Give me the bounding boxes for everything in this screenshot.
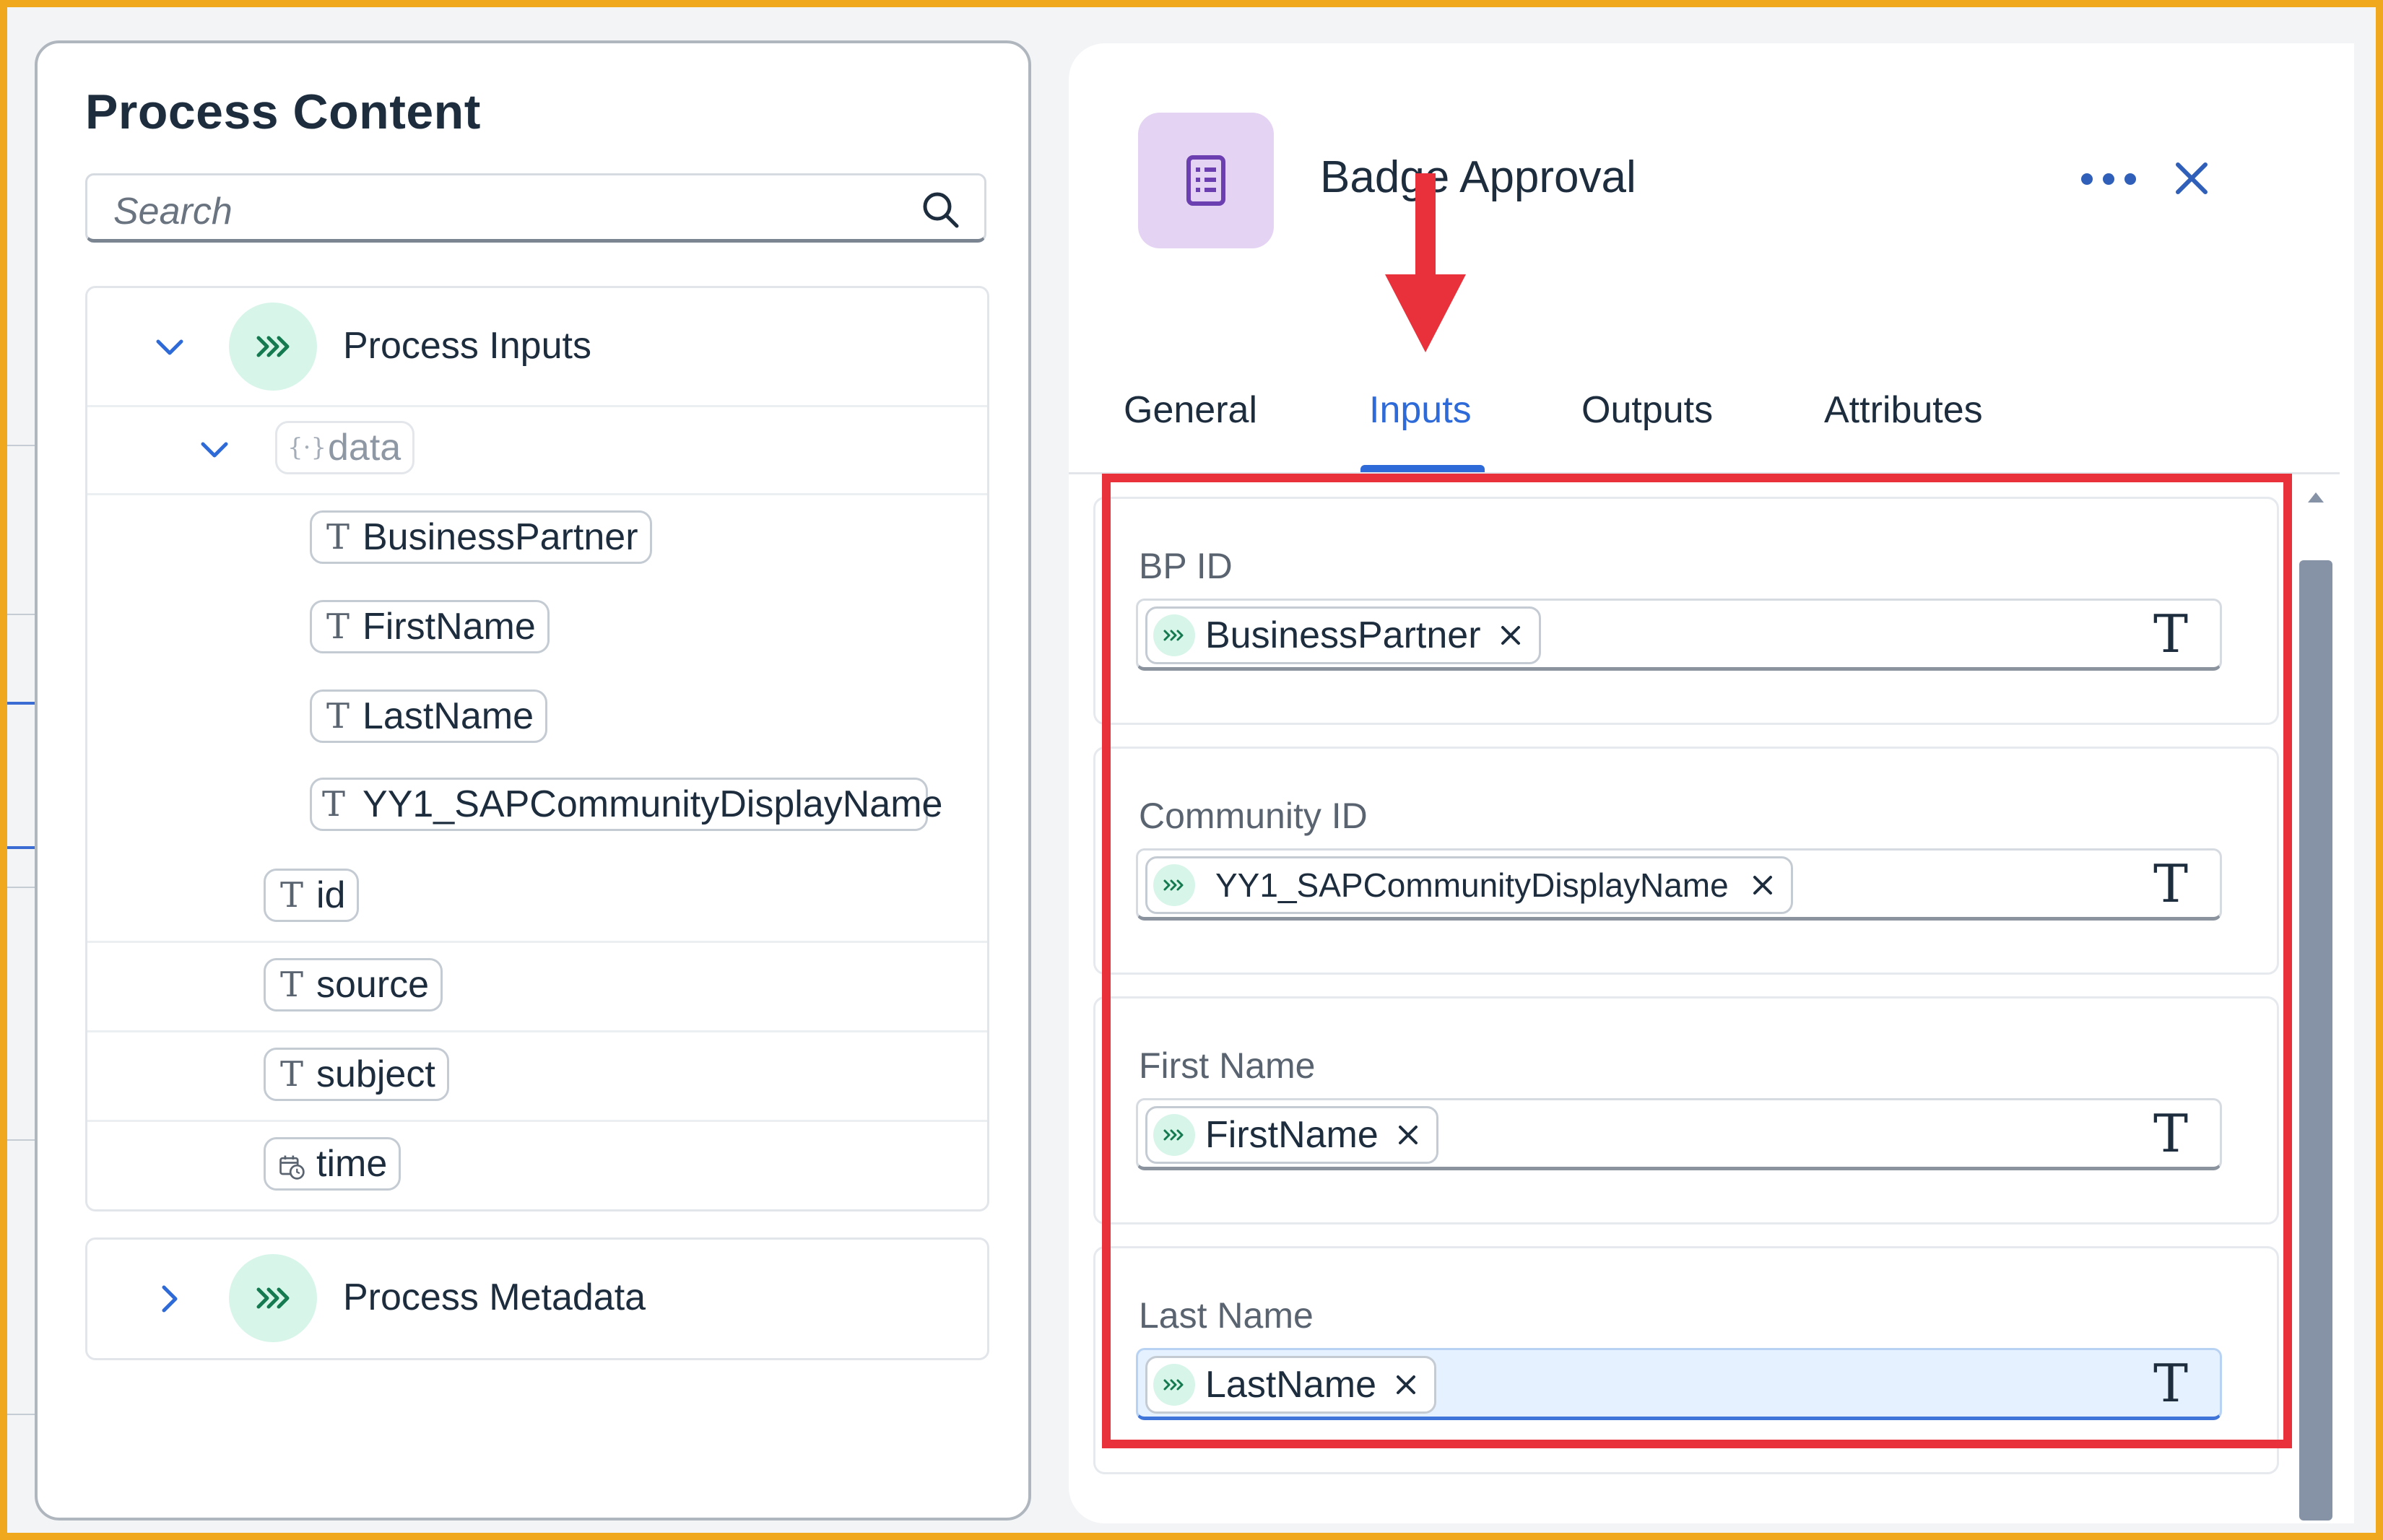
- remove-token-icon[interactable]: [1750, 873, 1775, 897]
- mapped-token[interactable]: BusinessPartner: [1145, 606, 1541, 664]
- field-chip-time[interactable]: time: [264, 1137, 401, 1191]
- text-type-icon: T: [279, 965, 303, 1005]
- field-chip-lastname[interactable]: T LastName: [310, 689, 547, 743]
- tree-row-field[interactable]: T source: [87, 941, 987, 1032]
- chevron-right-icon[interactable]: [154, 1283, 186, 1315]
- text-type-icon: T: [322, 784, 346, 825]
- tab-bar: General Inputs Outputs Attributes: [1069, 361, 2340, 474]
- tree-row-field[interactable]: T LastName: [87, 672, 987, 760]
- text-type-icon[interactable]: T: [2153, 1353, 2188, 1414]
- process-arrows-icon: [229, 303, 317, 391]
- canvas: Process Content Search Process Inputs {·…: [7, 7, 2376, 1533]
- panel-header-title: Badge Approval: [1320, 152, 1636, 202]
- inputs-form: BP ID BusinessPartner T Community ID YY1…: [1093, 491, 2292, 1523]
- diagram-edge: [7, 887, 35, 888]
- form-icon: [1138, 113, 1274, 248]
- tree-row-data[interactable]: {·} data: [87, 405, 987, 495]
- search-placeholder: Search: [113, 191, 233, 232]
- process-metadata-tree: Process Metadata: [85, 1237, 989, 1360]
- process-inputs-label: Process Inputs: [343, 325, 591, 367]
- field-card-bp-id: BP ID BusinessPartner T: [1093, 497, 2279, 725]
- field-label: Community ID: [1139, 796, 1368, 836]
- process-arrows-icon: [1153, 1114, 1195, 1156]
- text-type-icon[interactable]: T: [2153, 1103, 2188, 1164]
- tree-row-field[interactable]: T FirstName: [87, 583, 987, 671]
- field-label: BP ID: [1139, 546, 1233, 586]
- process-arrows-icon: [1153, 1364, 1195, 1406]
- tab-inputs[interactable]: Inputs: [1369, 388, 1472, 432]
- scrollbar[interactable]: [2296, 491, 2335, 1523]
- text-type-icon: T: [326, 606, 350, 647]
- mapped-token[interactable]: LastName: [1145, 1356, 1436, 1414]
- process-arrows-icon: [1153, 864, 1195, 906]
- tree-row-field[interactable]: T BusinessPartner: [87, 493, 987, 581]
- community-id-input[interactable]: YY1_SAPCommunityDisplayName T: [1136, 848, 2222, 921]
- field-label: First Name: [1139, 1045, 1316, 1086]
- data-node-chip[interactable]: {·} data: [275, 421, 415, 474]
- scroll-up-icon[interactable]: [2306, 491, 2325, 504]
- annotation-arrow-icon: [1385, 173, 1466, 352]
- chevron-down-icon[interactable]: [154, 331, 186, 363]
- text-type-icon: T: [326, 517, 350, 557]
- diagram-edge-selected: [7, 846, 35, 849]
- tab-outputs[interactable]: Outputs: [1581, 388, 1713, 432]
- field-chip-source[interactable]: T source: [264, 958, 443, 1012]
- diagram-edge: [7, 1139, 35, 1141]
- process-arrows-icon: [229, 1254, 317, 1342]
- text-type-icon[interactable]: T: [2153, 853, 2188, 914]
- mapped-token[interactable]: FirstName: [1145, 1106, 1438, 1164]
- process-content-panel: Process Content Search Process Inputs {·…: [35, 40, 1031, 1521]
- tab-general[interactable]: General: [1124, 388, 1257, 432]
- bp-id-input[interactable]: BusinessPartner T: [1136, 599, 2222, 671]
- tree-row-field[interactable]: T id: [87, 851, 987, 943]
- process-arrows-icon: [1153, 614, 1195, 656]
- field-card-first-name: First Name FirstName T: [1093, 996, 2279, 1224]
- search-icon[interactable]: [919, 188, 963, 232]
- close-icon[interactable]: [2174, 160, 2210, 196]
- field-chip-communitydisplayname[interactable]: T YY1_SAPCommunityDisplayName: [310, 778, 942, 831]
- field-chip-firstname[interactable]: T FirstName: [310, 600, 550, 653]
- text-type-icon: T: [279, 1054, 303, 1095]
- active-tab-indicator: [1360, 465, 1485, 472]
- tree-row-field[interactable]: T YY1_SAPCommunityDisplayName: [87, 760, 987, 850]
- search-input[interactable]: Search: [85, 173, 986, 243]
- remove-token-icon[interactable]: [1394, 1372, 1418, 1397]
- tree-row-field[interactable]: T subject: [87, 1030, 987, 1122]
- field-chip-id[interactable]: T id: [264, 869, 360, 922]
- text-type-icon: T: [279, 875, 303, 915]
- process-inputs-tree: Process Inputs {·} data T BusinessPartne…: [85, 286, 989, 1211]
- tree-row-process-inputs[interactable]: Process Inputs: [87, 288, 987, 407]
- scrollbar-thumb[interactable]: [2299, 560, 2332, 1521]
- field-chip-businesspartner[interactable]: T BusinessPartner: [310, 510, 652, 564]
- field-card-last-name: Last Name LastName T: [1093, 1246, 2279, 1474]
- remove-token-icon[interactable]: [1396, 1123, 1420, 1147]
- first-name-input[interactable]: FirstName T: [1136, 1098, 2222, 1170]
- chevron-down-icon[interactable]: [199, 434, 230, 466]
- date-time-icon: [276, 1144, 308, 1184]
- text-type-icon: T: [326, 696, 350, 736]
- diagram-edge: [7, 1414, 35, 1415]
- remove-token-icon[interactable]: [1498, 623, 1523, 648]
- last-name-input[interactable]: LastName T: [1136, 1348, 2222, 1420]
- tab-attributes[interactable]: Attributes: [1824, 388, 1983, 432]
- data-object-icon: {·}: [287, 433, 327, 462]
- text-type-icon[interactable]: T: [2153, 604, 2188, 664]
- mapped-token[interactable]: YY1_SAPCommunityDisplayName: [1145, 856, 1793, 914]
- scroll-down-icon[interactable]: [2306, 1532, 2325, 1533]
- process-metadata-label: Process Metadata: [343, 1276, 646, 1318]
- diagram-edge: [7, 445, 35, 446]
- tree-row-field[interactable]: time: [87, 1120, 987, 1209]
- properties-panel: Badge Approval General Inputs Outputs At…: [1069, 43, 2354, 1523]
- diagram-edge-selected: [7, 702, 35, 705]
- field-label: Last Name: [1139, 1295, 1314, 1336]
- field-chip-subject[interactable]: T subject: [264, 1048, 449, 1101]
- panel-title: Process Content: [85, 84, 481, 139]
- more-icon[interactable]: [2078, 165, 2139, 193]
- tree-row-process-metadata[interactable]: Process Metadata: [87, 1240, 987, 1358]
- field-card-community-id: Community ID YY1_SAPCommunityDisplayName: [1093, 747, 2279, 975]
- diagram-edge: [7, 614, 35, 615]
